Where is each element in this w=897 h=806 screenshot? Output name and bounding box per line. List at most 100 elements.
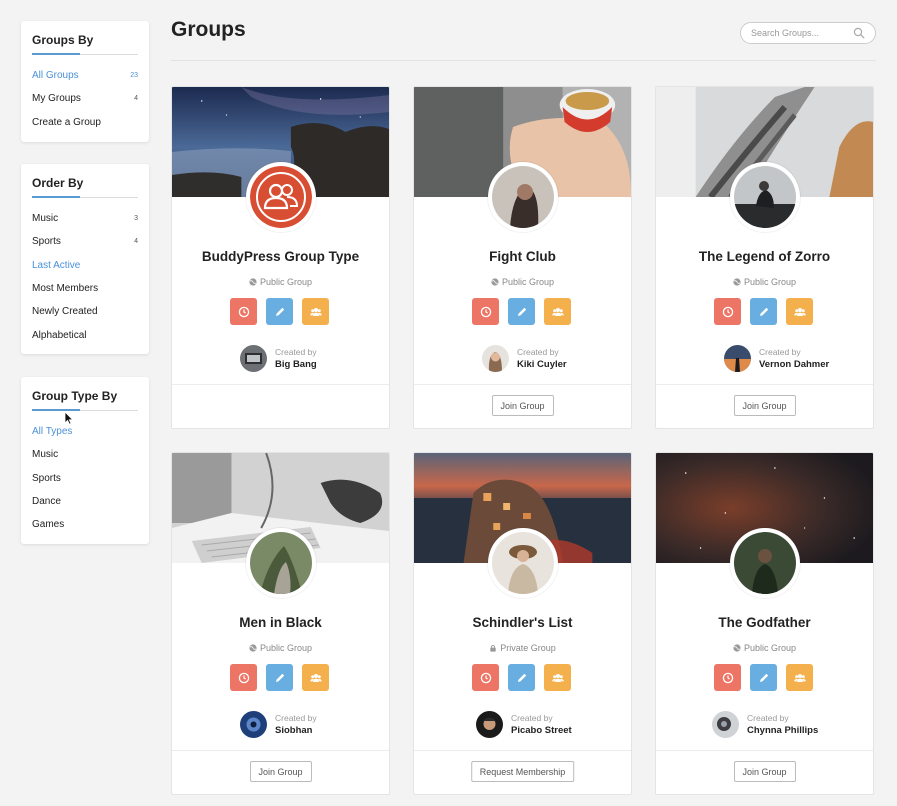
sidebar-item-label: Create a Group bbox=[32, 116, 101, 128]
created-by-label: Created by bbox=[275, 347, 317, 357]
sidebar-item-type-dance[interactable]: Dance bbox=[32, 490, 138, 513]
activity-button[interactable] bbox=[230, 298, 257, 325]
sidebar-item-last-active[interactable]: Last Active bbox=[32, 254, 138, 277]
group-status: Private Group bbox=[414, 643, 631, 653]
edit-button[interactable] bbox=[266, 664, 293, 691]
members-button[interactable] bbox=[302, 298, 329, 325]
creator-info: Created by Kiki Cuyler bbox=[517, 347, 567, 370]
group-name[interactable]: Fight Club bbox=[414, 249, 631, 264]
clock-icon bbox=[722, 306, 733, 317]
sidebar-item-type-games[interactable]: Games bbox=[32, 513, 138, 536]
members-button[interactable] bbox=[544, 664, 571, 691]
request-membership-button[interactable]: Request Membership bbox=[470, 761, 575, 782]
members-button[interactable] bbox=[786, 664, 813, 691]
group-avatar[interactable] bbox=[730, 528, 800, 598]
groups-by-title: Groups By bbox=[32, 33, 138, 55]
creator-name[interactable]: Siobhan bbox=[275, 725, 317, 736]
activity-button[interactable] bbox=[714, 664, 741, 691]
search-box[interactable] bbox=[740, 22, 876, 44]
groups-by-list: All Groups 23 My Groups 4 Create a Group bbox=[32, 64, 138, 134]
group-avatar-image bbox=[492, 166, 554, 228]
group-name[interactable]: The Legend of Zorro bbox=[656, 249, 873, 264]
members-button[interactable] bbox=[302, 664, 329, 691]
activity-button[interactable] bbox=[472, 298, 499, 325]
page-title: Groups bbox=[171, 18, 246, 41]
group-creator: Created by Big Bang bbox=[240, 345, 317, 372]
group-name[interactable]: The Godfather bbox=[656, 615, 873, 630]
group-avatar[interactable] bbox=[488, 528, 558, 598]
join-group-button[interactable]: Join Group bbox=[249, 761, 312, 782]
group-avatar-image bbox=[250, 532, 312, 594]
group-status-label: Public Group bbox=[259, 643, 313, 653]
sidebar-item-type-sports[interactable]: Sports bbox=[32, 467, 138, 490]
sidebar-item-sports[interactable]: Sports 4 bbox=[32, 230, 138, 253]
edit-button[interactable] bbox=[508, 298, 535, 325]
members-button[interactable] bbox=[786, 298, 813, 325]
creator-avatar[interactable] bbox=[476, 711, 503, 738]
mouse-cursor-icon bbox=[64, 411, 74, 425]
creator-name[interactable]: Picabo Street bbox=[511, 725, 572, 736]
group-name[interactable]: BuddyPress Group Type bbox=[172, 249, 389, 264]
card-footer-divider bbox=[656, 750, 873, 751]
sidebar-item-my-groups[interactable]: My Groups 4 bbox=[32, 87, 138, 110]
join-group-button[interactable]: Join Group bbox=[491, 395, 554, 416]
sidebar-item-type-music[interactable]: Music bbox=[32, 443, 138, 466]
search-input[interactable] bbox=[751, 28, 847, 38]
created-by-label: Created by bbox=[511, 713, 553, 723]
group-avatar[interactable] bbox=[730, 162, 800, 232]
sidebar-item-music[interactable]: Music 3 bbox=[32, 207, 138, 230]
users-icon bbox=[309, 307, 322, 316]
sidebar-item-label: My Groups bbox=[32, 93, 81, 105]
activity-button[interactable] bbox=[230, 664, 257, 691]
group-type-by-widget: Group Type By All Types Music Sports Dan… bbox=[21, 377, 149, 544]
users-icon bbox=[551, 673, 564, 682]
sidebar-item-alphabetical[interactable]: Alphabetical bbox=[32, 323, 138, 346]
group-avatar-image bbox=[734, 166, 796, 228]
creator-name[interactable]: Chynna Phillips bbox=[747, 725, 818, 736]
created-by-label: Created by bbox=[747, 713, 789, 723]
group-card: BuddyPress Group Type Public Group Creat… bbox=[171, 86, 390, 429]
sidebar-item-create-group[interactable]: Create a Group bbox=[32, 111, 138, 134]
creator-name[interactable]: Big Bang bbox=[275, 359, 317, 370]
group-actions bbox=[714, 664, 813, 691]
members-button[interactable] bbox=[544, 298, 571, 325]
group-avatar[interactable] bbox=[246, 162, 316, 232]
header-divider bbox=[171, 60, 876, 61]
card-footer-divider bbox=[414, 750, 631, 751]
created-by-label: Created by bbox=[275, 713, 317, 723]
sidebar-item-all-types[interactable]: All Types bbox=[32, 420, 138, 443]
edit-button[interactable] bbox=[508, 664, 535, 691]
creator-avatar[interactable] bbox=[240, 345, 267, 372]
group-name[interactable]: Men in Black bbox=[172, 615, 389, 630]
sidebar-item-label: All Types bbox=[32, 426, 73, 438]
created-by-label: Created by bbox=[759, 347, 801, 357]
globe-icon bbox=[249, 278, 257, 286]
sidebar-item-newly-created[interactable]: Newly Created bbox=[32, 300, 138, 323]
group-type-logo bbox=[250, 166, 312, 228]
creator-avatar[interactable] bbox=[482, 345, 509, 372]
group-avatar-image bbox=[734, 532, 796, 594]
edit-button[interactable] bbox=[750, 664, 777, 691]
creator-info: Created by Chynna Phillips bbox=[747, 713, 818, 736]
edit-button[interactable] bbox=[750, 298, 777, 325]
edit-button[interactable] bbox=[266, 298, 293, 325]
group-status: Public Group bbox=[172, 277, 389, 287]
group-status-label: Public Group bbox=[259, 277, 313, 287]
sidebar-item-label: Sports bbox=[32, 236, 61, 248]
sidebar-item-count: 23 bbox=[130, 72, 138, 80]
sidebar-item-all-groups[interactable]: All Groups 23 bbox=[32, 64, 138, 87]
group-avatar[interactable] bbox=[488, 162, 558, 232]
sidebar-item-most-members[interactable]: Most Members bbox=[32, 277, 138, 300]
group-name[interactable]: Schindler's List bbox=[414, 615, 631, 630]
join-group-button[interactable]: Join Group bbox=[733, 761, 796, 782]
activity-button[interactable] bbox=[472, 664, 499, 691]
activity-button[interactable] bbox=[714, 298, 741, 325]
creator-avatar[interactable] bbox=[240, 711, 267, 738]
creator-avatar[interactable] bbox=[724, 345, 751, 372]
creator-avatar[interactable] bbox=[712, 711, 739, 738]
creator-name[interactable]: Vernon Dahmer bbox=[759, 359, 829, 370]
creator-name[interactable]: Kiki Cuyler bbox=[517, 359, 567, 370]
join-group-button[interactable]: Join Group bbox=[733, 395, 796, 416]
group-avatar[interactable] bbox=[246, 528, 316, 598]
search-icon[interactable] bbox=[853, 27, 865, 39]
